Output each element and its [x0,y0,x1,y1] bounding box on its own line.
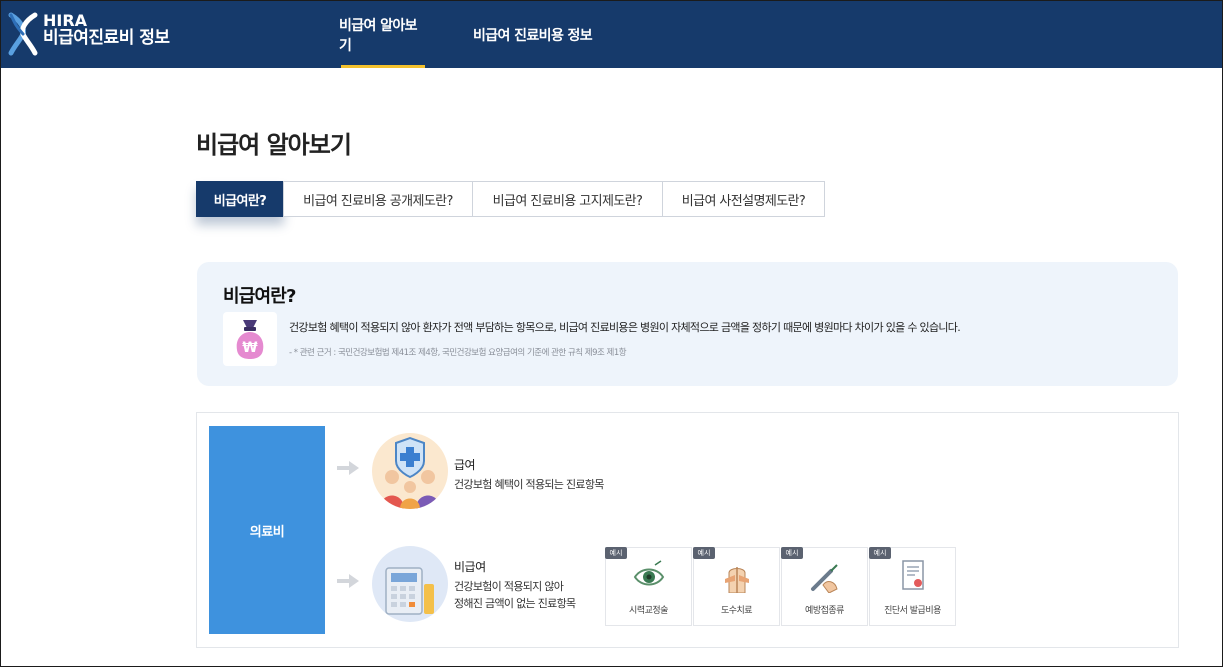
example-card-manual-therapy: 예시 도수치료 [693,547,780,626]
example-badge: 예시 [869,547,891,559]
nav-item-noncovered-costs[interactable]: 비급여 진료비용 정보 [473,1,593,68]
page-title: 비급여 알아보기 [196,131,352,159]
brand-line2: 비급여진료비 정보 [43,27,170,48]
svg-text:₩: ₩ [242,340,258,356]
manual-therapy-icon [725,567,749,593]
example-label: 시력교정술 [629,606,668,616]
example-label: 예방접종류 [805,606,844,616]
arrow-right-icon [337,574,359,588]
definition-title: 비급여란? [223,286,296,307]
tab-what-is-noncovered[interactable]: 비급여란? [196,181,284,217]
injection-icon [811,564,838,593]
tab-bar: 비급여란? 비급여 진료비용 공개제도란? 비급여 진료비용 고지제도란? 비급… [196,181,825,217]
top-header: HIRA 비급여진료비 정보 비급여 알아보기 비급여 진료비용 정보 [1,1,1222,68]
tab-notice-system[interactable]: 비급여 진료비용 고지제도란? [472,181,663,217]
tab-prior-explanation-system[interactable]: 비급여 사전설명제도란? [662,181,825,217]
medical-fee-box: 의료비 [209,426,325,634]
hira-logo-icon[interactable] [7,11,39,57]
brand-title[interactable]: HIRA 비급여진료비 정보 [43,12,170,48]
nav-item-learn-noncovered[interactable]: 비급여 알아보기 [339,1,427,68]
example-card-vision-correction: 예시 시력교정술 [605,547,692,626]
cost-diagram: 의료비 급여 건강보험 혜택이 적용되는 진료항목 비급여 건강보험이 적용되지… [196,412,1179,648]
main-nav: 비급여 알아보기 비급여 진료비용 정보 [339,1,593,68]
noncovered-desc-line1: 건강보험이 적용되지 않아 [454,580,564,593]
legal-reference: - * 관련 근거 : 국민건강보험법 제41조 제4항, 국민건강보험 요양급… [289,348,627,358]
example-card-certificate-fee: 예시 진단서 발급비용 [869,547,956,626]
calculator-icon [372,546,448,622]
page: HIRA 비급여진료비 정보 비급여 알아보기 비급여 진료비용 정보 비급여 … [0,0,1223,667]
example-badge: 예시 [605,547,627,559]
family-care-icon [372,433,448,509]
tab-disclosure-system[interactable]: 비급여 진료비용 공개제도란? [283,181,473,217]
definition-box: 비급여란? ₩ 건강보험 혜택이 적용되지 않아 환자가 전액 부담하는 항목으… [197,262,1178,386]
arrow-right-icon [337,461,359,475]
example-card-vaccination: 예시 예방접종류 [781,547,868,626]
noncovered-desc-line2: 정해진 금액이 없는 진료항목 [454,597,576,610]
example-badge: 예시 [781,547,803,559]
example-badge: 예시 [693,547,715,559]
example-label: 도수치료 [720,606,753,616]
covered-desc: 건강보험 혜택이 적용되는 진료항목 [454,478,604,491]
definition-text: 건강보험 혜택이 적용되지 않아 환자가 전액 부담하는 항목으로, 비급여 진… [289,321,961,334]
certificate-icon [902,560,924,590]
noncovered-title: 비급여 [454,560,486,574]
covered-title: 급여 [454,458,476,472]
example-label: 진단서 발급비용 [884,606,941,616]
money-bag-icon: ₩ [223,312,277,366]
eye-icon [633,560,665,586]
